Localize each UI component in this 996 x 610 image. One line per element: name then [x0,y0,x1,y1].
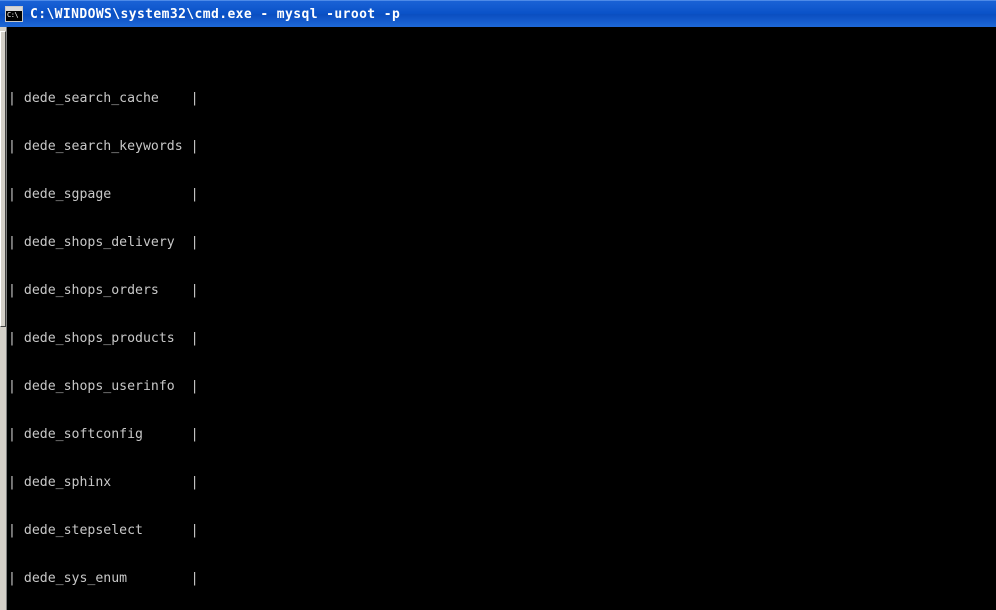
table-row: | dede_shops_orders | [8,283,199,298]
table-row: | dede_sys_enum | [8,571,199,586]
console-output[interactable]: | dede_search_cache | | dede_search_keyw… [8,27,996,610]
table-row: | dede_search_keywords | [8,139,199,154]
cmd-window: C:\ C:\WINDOWS\system32\cmd.exe - mysql … [0,0,996,610]
vertical-scrollbar[interactable] [0,27,7,610]
table-row: | dede_shops_delivery | [8,235,199,250]
table-row: | dede_sphinx | [8,475,199,490]
table-row: | dede_softconfig | [8,427,199,442]
table-row: | dede_shops_products | [8,331,199,346]
scrollbar-thumb[interactable] [0,31,6,327]
cmd-console-icon: C:\ [5,6,23,22]
window-title: C:\WINDOWS\system32\cmd.exe - mysql -uro… [30,6,401,22]
table-row: | dede_shops_userinfo | [8,379,199,394]
title-bar[interactable]: C:\ C:\WINDOWS\system32\cmd.exe - mysql … [0,0,996,27]
table-row: | dede_stepselect | [8,523,199,538]
table-row: | dede_sgpage | [8,187,199,202]
icon-prompt-text: C:\ [7,11,19,19]
table-row: | dede_search_cache | [8,91,199,106]
